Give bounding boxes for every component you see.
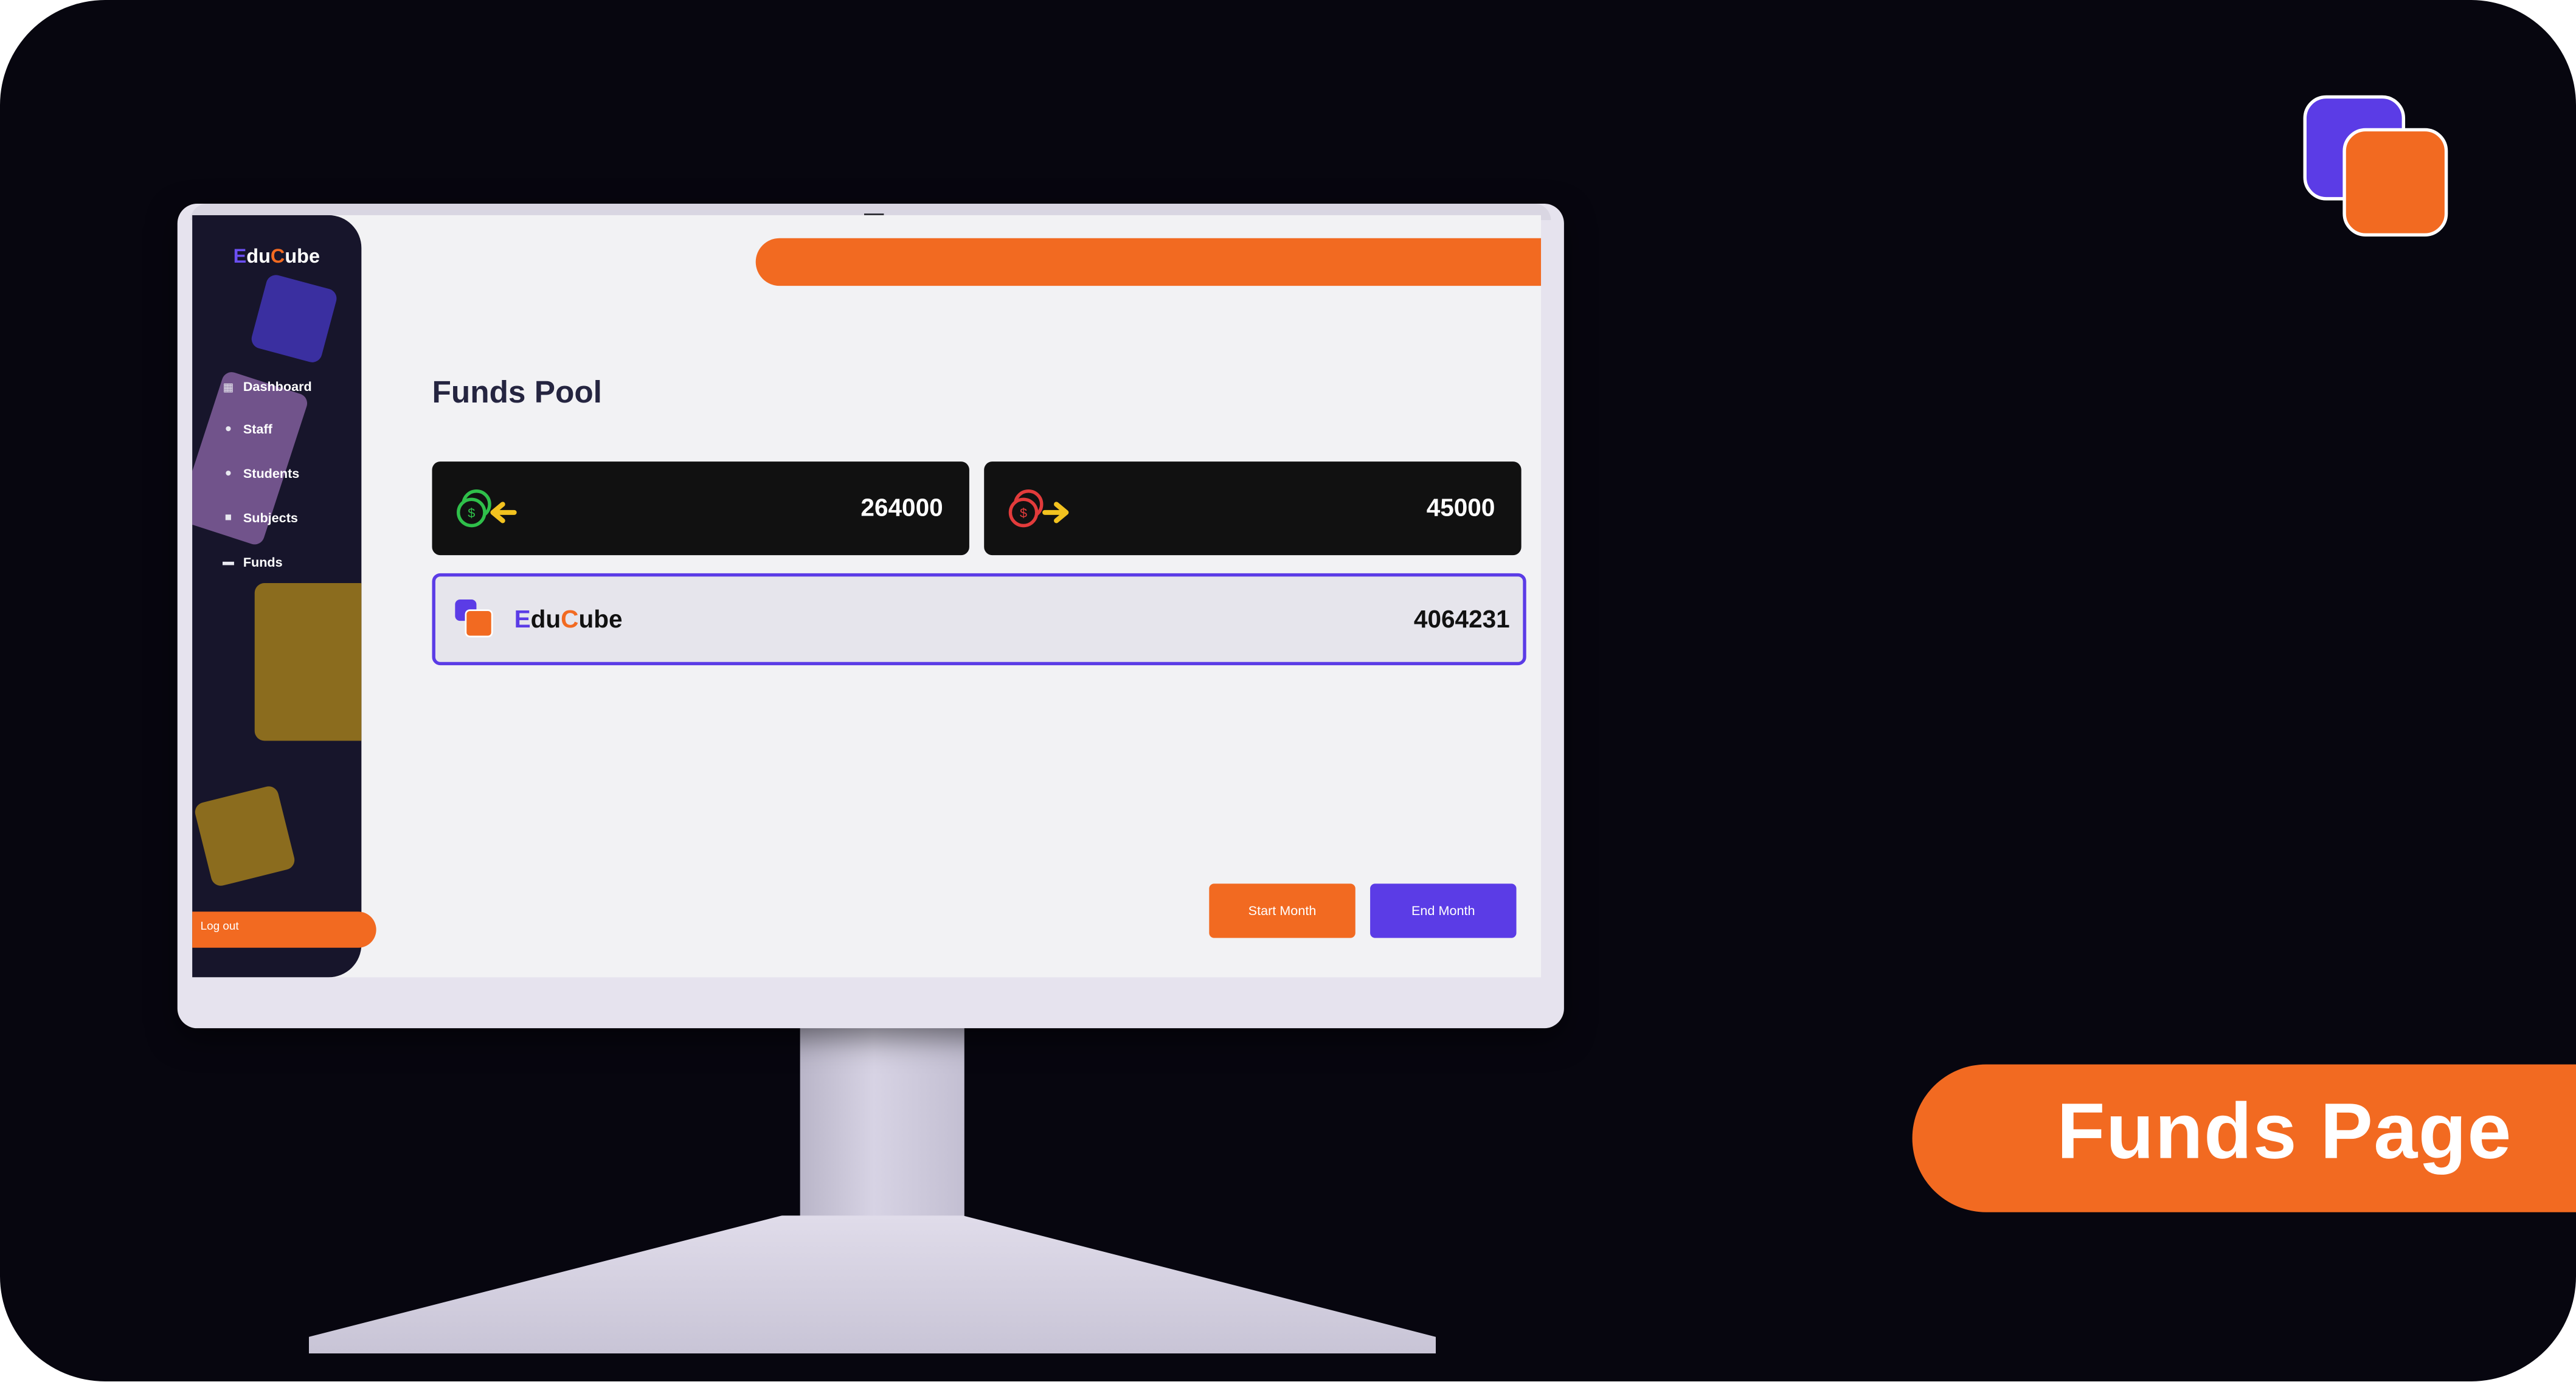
- educube-logo-icon: [455, 599, 493, 638]
- top-bar: [755, 238, 1542, 286]
- caption-text: Funds Page: [2057, 1089, 2512, 1176]
- decor-shape: [254, 583, 362, 741]
- outgoing-funds-value: 45000: [1426, 494, 1495, 523]
- outgoing-funds-card: $ 45000: [984, 461, 1522, 556]
- sidebar-item-dashboard[interactable]: ▦ Dashboard: [222, 379, 312, 394]
- incoming-funds-value: 264000: [860, 494, 943, 523]
- sidebar-item-label: Dashboard: [243, 379, 312, 395]
- sidebar-item-label: Funds: [243, 555, 283, 570]
- svg-text:$: $: [1020, 505, 1027, 520]
- caption-badge: Funds Page: [1912, 1064, 2576, 1212]
- decor-shape: [193, 784, 297, 888]
- funds-pool-card: EduCube 4064231: [432, 573, 1526, 666]
- start-month-button[interactable]: Start Month: [1209, 883, 1356, 938]
- sidebar: EduCube ▦ Dashboard ● Staff ● Students ■…: [192, 215, 362, 978]
- page-title: Funds Pool: [432, 376, 602, 411]
- educube-logo-icon: [2300, 92, 2451, 240]
- sidebar-item-students[interactable]: ● Students: [222, 466, 300, 481]
- coin-outgoing-icon: $: [1008, 489, 1069, 528]
- sidebar-item-subjects[interactable]: ■ Subjects: [222, 511, 298, 525]
- sidebar-item-label: Subjects: [243, 511, 298, 526]
- pool-name: EduCube: [514, 606, 623, 634]
- logout-button[interactable]: Log out: [192, 911, 376, 948]
- pool-value: 4064231: [1413, 606, 1510, 634]
- book-icon: ■: [224, 512, 232, 524]
- students-icon: ●: [224, 468, 232, 480]
- coin-incoming-icon: $: [457, 489, 517, 528]
- sidebar-item-label: Students: [243, 466, 300, 482]
- money-icon: ▬: [223, 556, 234, 568]
- app-screen: EduCube ▦ Dashboard ● Staff ● Students ■…: [192, 215, 1542, 978]
- sidebar-item-funds[interactable]: ▬ Funds: [222, 555, 283, 570]
- svg-text:$: $: [468, 505, 475, 520]
- decor-shape: [249, 272, 339, 365]
- logout-label: Log out: [200, 921, 239, 933]
- grid-icon: ▦: [223, 382, 234, 394]
- user-icon: ●: [224, 423, 232, 435]
- incoming-funds-card: $ 264000: [432, 461, 969, 556]
- end-month-button[interactable]: End Month: [1370, 883, 1517, 938]
- sidebar-item-staff[interactable]: ● Staff: [222, 422, 272, 437]
- app-logo[interactable]: EduCube: [234, 245, 320, 268]
- sidebar-item-label: Staff: [243, 422, 272, 437]
- monitor-stand-neck: [800, 1018, 964, 1232]
